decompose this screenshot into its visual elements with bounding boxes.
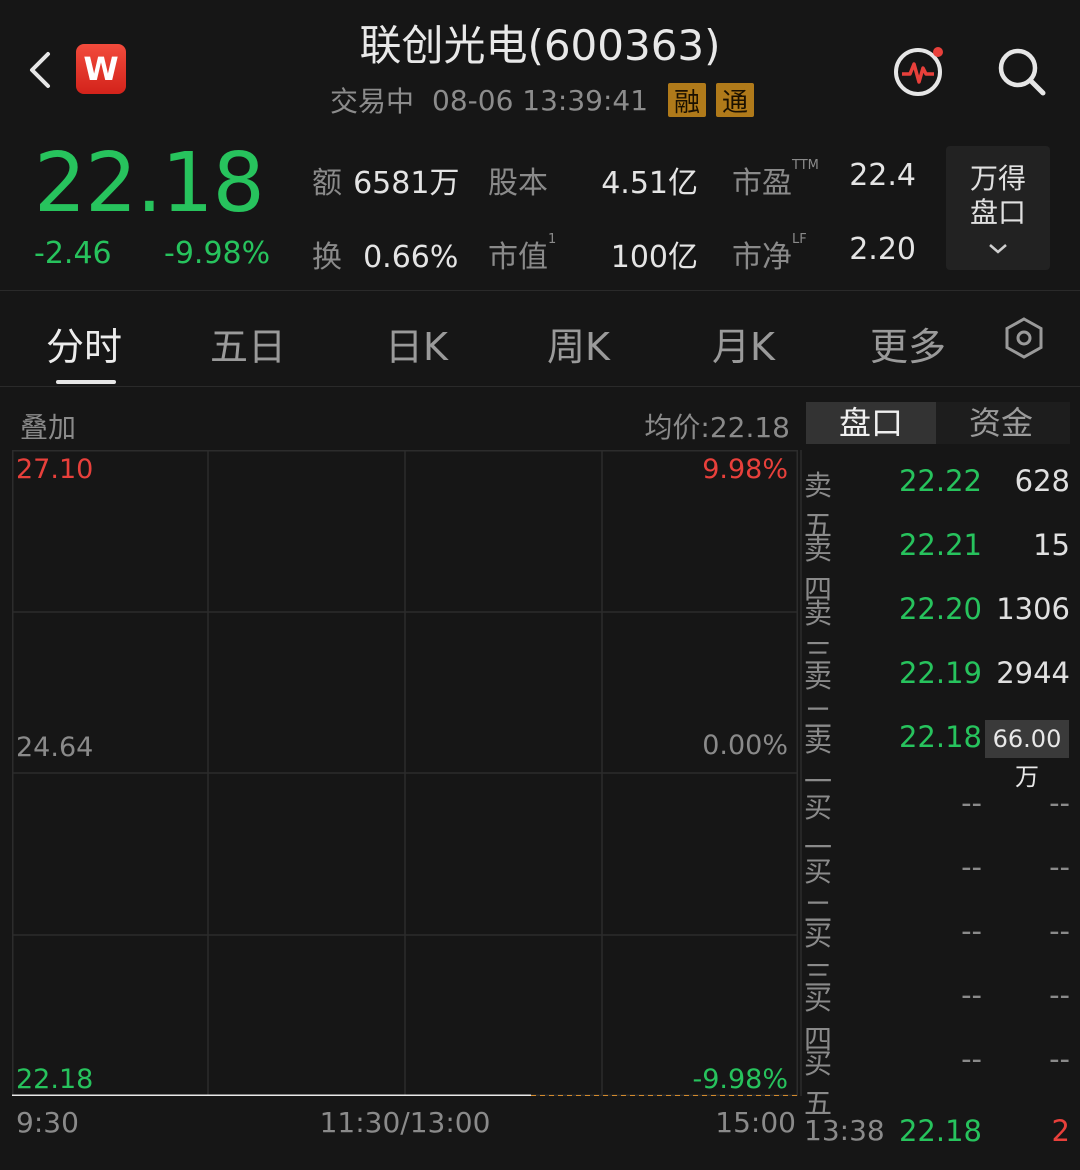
ask-price: 22.19: [898, 656, 982, 690]
ask-volume-highlight: 66.00万: [985, 720, 1069, 791]
stat-market-cap: 市值1: [488, 232, 556, 276]
tick-price: 22.18: [898, 1114, 982, 1148]
y-axis-bottom-pct: -9.98%: [692, 1064, 788, 1095]
wind-orderbook-button[interactable]: 万得 盘口: [946, 146, 1050, 270]
tab-more[interactable]: 更多: [870, 316, 946, 371]
y-axis-mid-pct: 0.00%: [702, 730, 788, 761]
ask-price: 22.22: [898, 464, 982, 498]
stat-label: 额: [312, 166, 342, 201]
bid-volume: --: [1049, 978, 1070, 1012]
ask-volume: 1306: [996, 592, 1070, 626]
ask-volume: 628: [1014, 464, 1070, 498]
bid-price: --: [961, 786, 982, 820]
stat-sup: LF: [792, 232, 807, 247]
margin-tag: 融: [668, 83, 707, 118]
pulse-monitor-icon: [894, 47, 943, 96]
intraday-chart[interactable]: [12, 450, 798, 1096]
stat-turnover: 换 0.66%: [312, 232, 458, 276]
avg-price: 均价:22.18: [644, 411, 790, 444]
stat-label: 换: [312, 240, 342, 275]
ask-volume: 2944: [996, 656, 1070, 690]
price-change: -2.46: [34, 236, 112, 271]
bid-price: --: [961, 978, 982, 1012]
hexagon-settings-icon: [1005, 317, 1043, 359]
trading-status: 交易中: [330, 85, 415, 118]
tab-weekly-k[interactable]: 周K: [547, 316, 610, 371]
stat-label: 市值: [488, 240, 548, 275]
stat-sup: 1: [548, 232, 557, 247]
tab-fund-flow[interactable]: 资金: [936, 402, 1066, 444]
stat-pb: 市净LF: [732, 232, 807, 276]
ask-price: 22.21: [898, 528, 982, 562]
stat-amount: 额 6581万: [312, 158, 459, 202]
y-axis-bottom-price: 22.18: [16, 1064, 94, 1095]
ask-volume: 15: [1033, 528, 1070, 562]
overlay-button[interactable]: 叠加: [20, 406, 76, 446]
tab-monthly-k[interactable]: 月K: [712, 316, 775, 371]
stat-pe: 市盈TTM: [732, 158, 819, 202]
stat-value: 6581万: [353, 166, 460, 201]
tab-intraday[interactable]: 分时: [46, 316, 122, 371]
stat-value: 100亿: [610, 240, 698, 275]
wind-button-line2: 盘口: [969, 196, 1026, 229]
bid-label: 买五: [804, 1047, 833, 1120]
y-axis-mid-price: 24.64: [16, 732, 94, 763]
chevron-down-icon: [989, 244, 1007, 254]
chart-gridlines: [12, 450, 798, 1096]
pulse-button[interactable]: [892, 44, 946, 98]
stat-label: 市净: [732, 240, 792, 275]
stat-value: 4.51亿: [601, 166, 698, 201]
ask-price: 22.20: [898, 592, 982, 626]
timestamp: 08-06 13:39:41: [432, 83, 649, 117]
status-row: 交易中 08-06 13:39:41 融 通: [330, 82, 764, 118]
stat-share-capital: 股本: [488, 158, 548, 202]
stat-sup: TTM: [792, 158, 819, 173]
active-tab-indicator: [56, 380, 116, 384]
bid-volume: --: [1049, 1042, 1070, 1076]
stat-label: 市盈: [732, 166, 792, 201]
wind-button-line1: 万得: [969, 162, 1026, 195]
tick-volume: 2: [1051, 1114, 1070, 1148]
bid-price: --: [961, 914, 982, 948]
bid-volume: --: [1049, 786, 1070, 820]
x-axis-mid: 11:30/13:00: [319, 1106, 491, 1139]
stat-value: 0.66%: [363, 240, 459, 275]
panel-separator: [800, 450, 802, 1096]
connect-tag: 通: [716, 83, 755, 118]
y-axis-top-price: 27.10: [16, 454, 94, 485]
divider: [0, 290, 1080, 291]
stat-value: 2.20: [849, 232, 916, 267]
ask-price: 22.18: [898, 720, 982, 754]
bid-volume: --: [1049, 914, 1070, 948]
last-price: 22.18: [34, 136, 265, 231]
bid-price: --: [961, 1042, 982, 1076]
stat-value: 22.4: [849, 158, 916, 193]
tab-five-day[interactable]: 五日: [210, 316, 286, 371]
tab-daily-k[interactable]: 日K: [385, 316, 448, 371]
chart-settings-button[interactable]: [1002, 316, 1046, 360]
bid-volume: --: [1049, 850, 1070, 884]
search-button[interactable]: [994, 44, 1048, 98]
stat-label: 股本: [488, 166, 548, 201]
x-axis-end: 15:00: [715, 1106, 796, 1139]
price-change-pct: -9.98%: [164, 236, 271, 271]
search-icon: [998, 48, 1046, 96]
divider: [0, 386, 1080, 387]
tick-time: 13:38: [804, 1114, 885, 1147]
y-axis-top-pct: 9.98%: [702, 454, 788, 485]
x-axis-start: 9:30: [16, 1106, 79, 1139]
tab-orderbook[interactable]: 盘口: [806, 402, 936, 444]
bid-price: --: [961, 850, 982, 884]
